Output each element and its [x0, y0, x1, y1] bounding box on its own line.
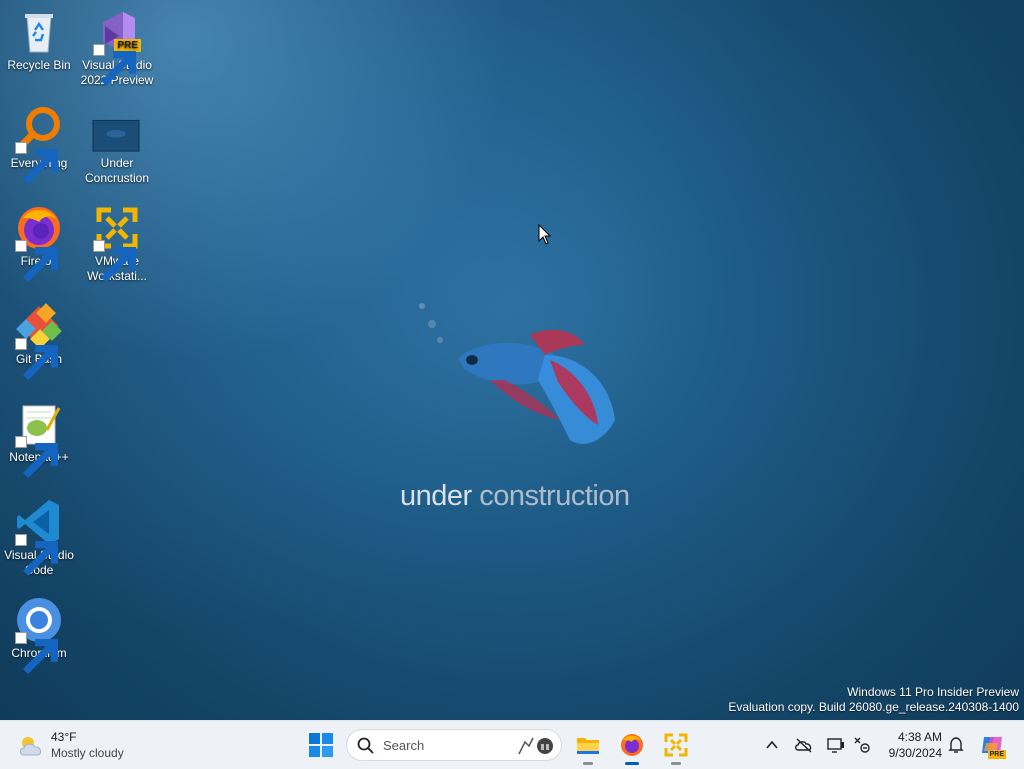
desktop-icon-recycle-bin[interactable]: Recycle Bin	[0, 8, 78, 73]
git-bash-icon	[15, 302, 63, 380]
desktop-icon-chromium[interactable]: Chromium	[0, 596, 78, 674]
watermark-line-1: Windows 11 Pro Insider Preview	[847, 685, 1019, 699]
taskbar-app-file-explorer[interactable]	[572, 729, 604, 765]
image-file-icon	[92, 106, 142, 154]
mouse-pointer-icon	[538, 224, 552, 245]
betta-fish-image	[419, 303, 615, 444]
clock-time: 4:38 AM	[897, 730, 942, 744]
taskbar-app-firefox[interactable]	[616, 729, 648, 765]
wallpaper-caption: under construction	[400, 480, 640, 513]
partly-cloudy-icon	[19, 737, 42, 756]
vmware-icon	[93, 204, 141, 282]
vscode-icon	[15, 498, 63, 576]
vmware-icon	[664, 733, 688, 757]
desktop-icon-visual-studio-2022-preview[interactable]: PRE Visual Studio 2022 Preview	[78, 8, 156, 88]
everything-search-icon	[15, 106, 63, 184]
chromium-icon	[15, 596, 63, 674]
shortcut-arrow-icon	[15, 240, 58, 282]
weather-temperature: 43°F	[51, 730, 77, 744]
desktop-icon-notepad-plus-plus[interactable]: Notepad++	[0, 400, 78, 478]
notification-bell-icon[interactable]	[946, 735, 966, 755]
running-indicator	[583, 762, 593, 765]
windows-evaluation-watermark: Windows 11 Pro Insider Preview Evaluatio…	[728, 685, 1019, 715]
taskbar: 43°F Mostly cloudy Search 4:38 AM 9/30/2…	[0, 720, 1024, 769]
desktop-icon-git-bash[interactable]: Git Bash	[0, 302, 78, 380]
notepad-plus-plus-icon	[15, 400, 63, 478]
shortcut-arrow-icon	[93, 240, 136, 282]
recycle-bin-icon	[15, 8, 63, 56]
search-icon	[357, 737, 374, 754]
shortcut-arrow-icon	[15, 534, 58, 576]
desktop-icon-label: Under Concrustion	[84, 156, 150, 185]
taskbar-app-vmware[interactable]	[660, 729, 692, 765]
caption-light: construction	[471, 480, 630, 512]
desktop-icon-label: Recycle Bin	[7, 58, 71, 72]
desktop-icon-under-concruction[interactable]: Under Concrustion	[78, 106, 156, 186]
desktop-icon-visual-studio-code[interactable]: Visual Studio Code	[0, 498, 78, 578]
shortcut-arrow-icon	[15, 632, 58, 674]
file-explorer-icon	[577, 738, 599, 754]
search-placeholder: Search	[383, 738, 425, 753]
desktop-icon-firefox[interactable]: Firefox	[0, 204, 78, 282]
shortcut-arrow-icon	[15, 142, 58, 184]
desktop-icon-everything[interactable]: Everything	[0, 106, 78, 184]
running-indicator	[671, 762, 681, 765]
chevron-up-icon[interactable]	[762, 735, 782, 755]
shortcut-arrow-icon	[93, 44, 136, 86]
taskbar-search-box[interactable]: Search	[346, 729, 562, 761]
caption-bold: under	[400, 480, 472, 512]
visual-studio-preview-icon: PRE	[93, 8, 141, 86]
shortcut-arrow-icon	[15, 436, 58, 478]
display-icon[interactable]	[826, 735, 846, 755]
windows-start-icon[interactable]	[309, 733, 333, 757]
shortcut-arrow-icon	[15, 338, 58, 380]
desktop-icon-vmware-workstation[interactable]: VMware Workstati...	[78, 204, 156, 284]
firefox-icon	[15, 204, 63, 282]
watermark-line-2: Evaluation copy. Build 26080.ge_release.…	[728, 700, 1019, 714]
firefox-icon	[621, 734, 643, 756]
copilot-icon[interactable]: PRE	[980, 733, 1006, 759]
weather-condition: Mostly cloudy	[51, 746, 124, 760]
search-highlight-icon	[518, 737, 553, 755]
clock-date: 9/30/2024	[888, 746, 942, 760]
active-indicator	[625, 762, 639, 765]
network-icon[interactable]	[852, 735, 872, 755]
copilot-preview-badge: PRE	[987, 750, 1006, 759]
system-clock[interactable]: 4:38 AM 9/30/2024	[880, 729, 942, 761]
onedrive-offline-icon[interactable]	[794, 735, 814, 755]
